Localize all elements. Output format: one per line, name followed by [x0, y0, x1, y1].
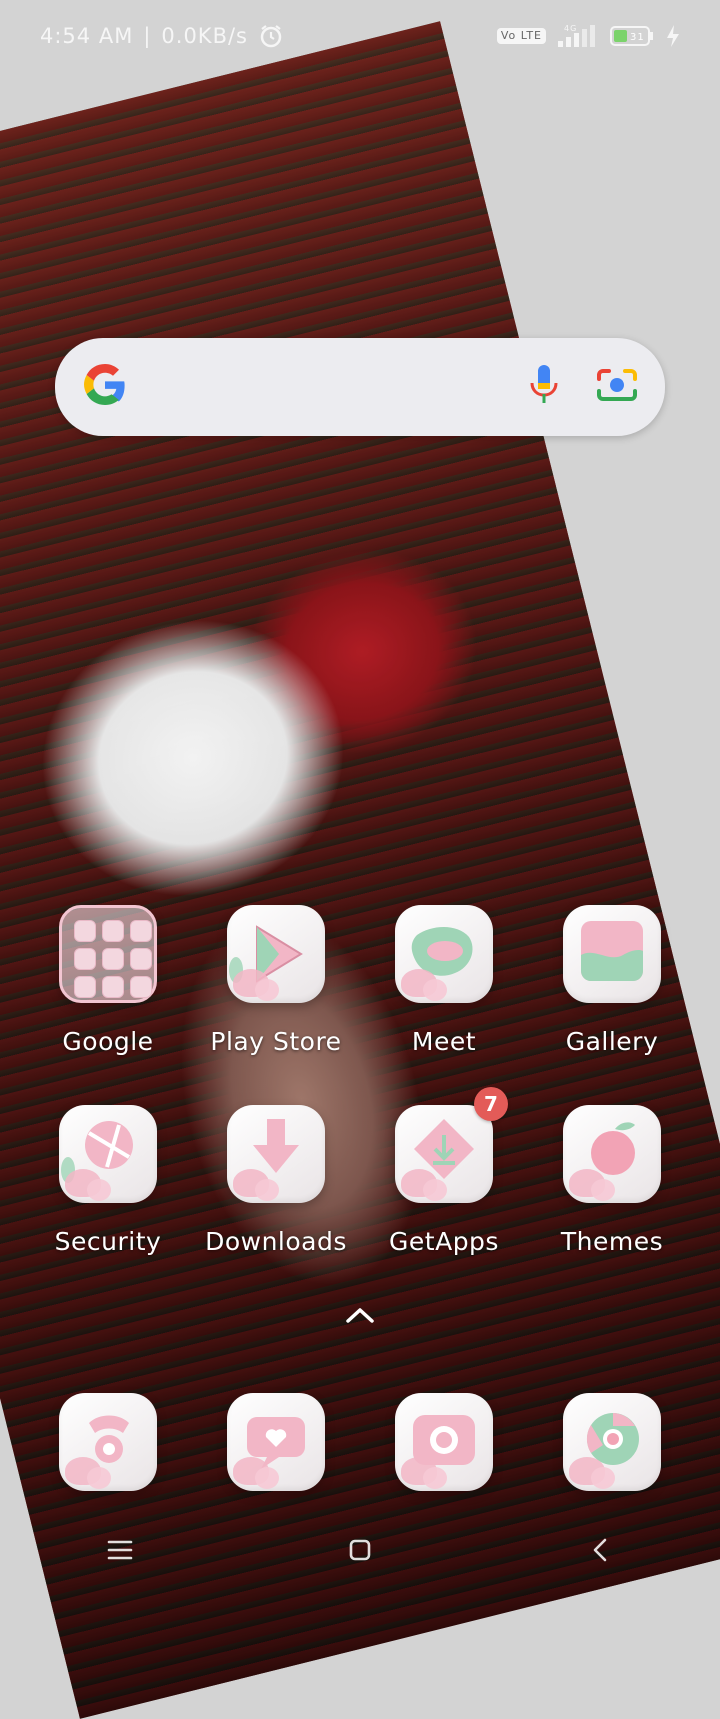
app-label: Google [62, 1027, 154, 1056]
google-search-bar[interactable] [55, 338, 665, 436]
status-separator: | [143, 24, 152, 48]
security-icon[interactable] [59, 1105, 157, 1203]
phone-icon[interactable] [59, 1393, 157, 1491]
app-getapps[interactable]: 7 GetApps [360, 1087, 528, 1256]
mic-icon[interactable] [527, 361, 561, 413]
app-label: Meet [411, 1027, 477, 1056]
notification-badge: 7 [474, 1087, 508, 1121]
app-label: GetApps [389, 1227, 499, 1256]
battery-icon: 31 [610, 24, 656, 48]
navigation-bar [0, 1500, 720, 1600]
signal-icon: 4G [556, 23, 600, 49]
google-g-icon [81, 361, 129, 413]
volte-icon: Vo LTE [496, 28, 546, 44]
app-label: Gallery [565, 1027, 659, 1056]
app-meet[interactable]: Meet [360, 905, 528, 1056]
downloads-icon[interactable] [227, 1105, 325, 1203]
app-security[interactable]: Security [24, 1105, 192, 1256]
camera-icon[interactable] [395, 1393, 493, 1491]
app-downloads[interactable]: Downloads [192, 1105, 360, 1256]
themes-icon[interactable] [563, 1105, 661, 1203]
app-label: Security [54, 1227, 162, 1256]
play-store-icon[interactable] [227, 905, 325, 1003]
dock-messages[interactable] [192, 1393, 360, 1491]
app-label: Play Store [210, 1027, 342, 1056]
dock-camera[interactable] [360, 1393, 528, 1491]
app-label: Themes [560, 1227, 664, 1256]
app-themes[interactable]: Themes [528, 1105, 696, 1256]
charging-icon [666, 24, 680, 48]
lens-camera-icon[interactable] [595, 365, 639, 409]
app-google-folder[interactable]: Google [24, 905, 192, 1056]
network-type: 4G [564, 24, 577, 33]
gallery-icon[interactable] [563, 905, 661, 1003]
chrome-icon[interactable] [563, 1393, 661, 1491]
app-play-store[interactable]: Play Store [192, 905, 360, 1056]
battery-level: 31 [630, 32, 645, 43]
status-time: 4:54 AM [40, 24, 134, 48]
app-gallery[interactable]: Gallery [528, 905, 696, 1056]
alarm-icon [258, 23, 284, 49]
dock-phone[interactable] [24, 1393, 192, 1491]
network-speed: 0.0KB/s [161, 24, 248, 48]
meet-icon[interactable] [395, 905, 493, 1003]
home-icon[interactable] [330, 1520, 390, 1580]
back-icon[interactable] [570, 1520, 630, 1580]
dock-chrome[interactable] [528, 1393, 696, 1491]
google-folder-icon[interactable] [59, 905, 157, 1003]
getapps-icon[interactable] [395, 1105, 493, 1203]
messages-icon[interactable] [227, 1393, 325, 1491]
app-label: Downloads [205, 1227, 347, 1256]
status-bar: 4:54 AM | 0.0KB/s Vo LTE 4G 31 [0, 0, 720, 72]
menu-icon[interactable] [90, 1520, 150, 1580]
app-drawer-arrow-icon[interactable] [345, 1305, 375, 1329]
